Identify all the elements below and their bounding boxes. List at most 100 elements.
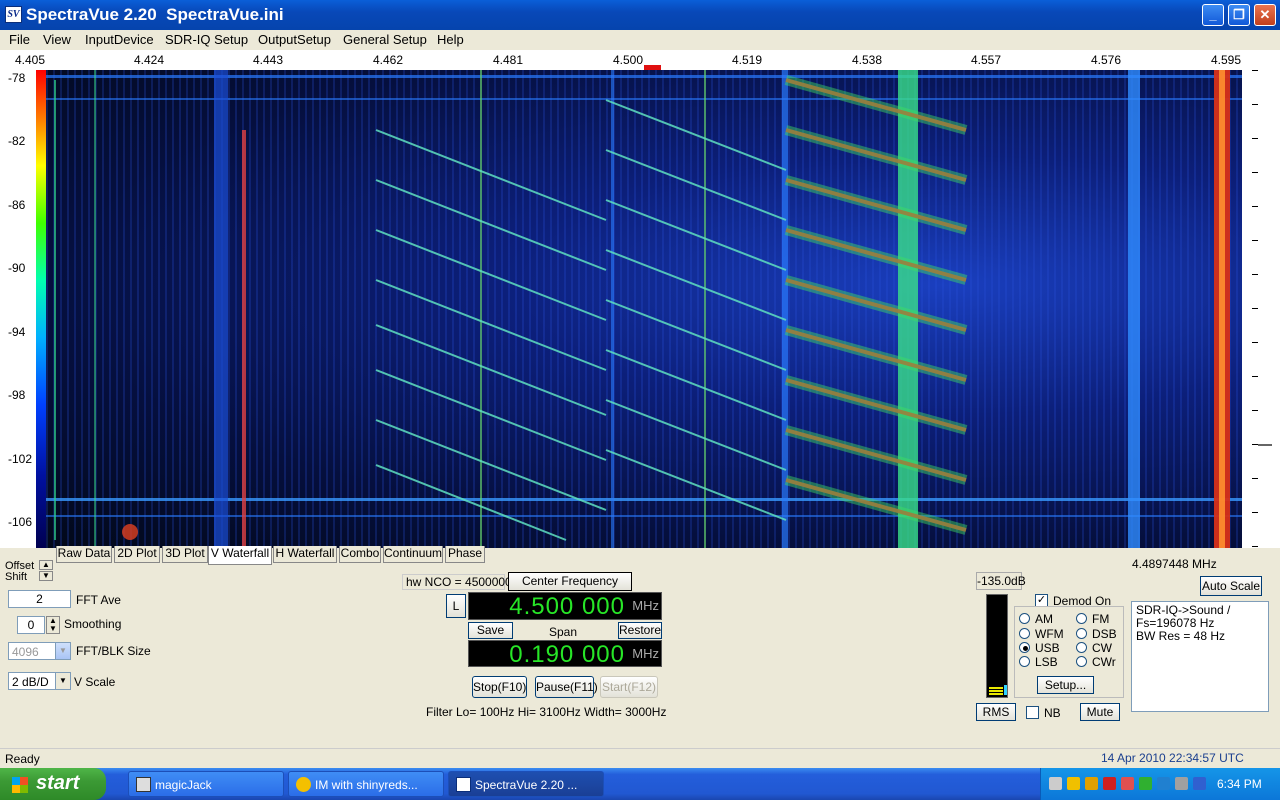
auto-scale-button[interactable]: Auto Scale (1200, 576, 1262, 596)
mute-button[interactable]: Mute (1080, 703, 1120, 721)
db-tick: -102 (8, 452, 33, 466)
freq-tick: 4.405 (14, 53, 46, 67)
minimize-button[interactable]: _ (1202, 4, 1224, 26)
shift-label: Shift (5, 571, 28, 583)
fft-ave-input[interactable]: 2 (8, 590, 71, 608)
tab-2d-plot[interactable]: 2D Plot (114, 546, 160, 563)
tab-3d-plot[interactable]: 3D Plot (162, 546, 208, 563)
menu-file[interactable]: File (9, 32, 30, 47)
scale-tick (1252, 240, 1258, 241)
nb-label: NB (1044, 706, 1061, 720)
tab-combo[interactable]: Combo (339, 546, 381, 563)
task-magicjack[interactable]: magicJack (128, 771, 284, 797)
mode-wfm-radio[interactable] (1019, 628, 1030, 639)
menu-view[interactable]: View (43, 32, 71, 47)
volume-icon[interactable] (1175, 777, 1188, 790)
hw-nco-readout: hw NCO = 4500000 (402, 574, 512, 590)
fft-size-select[interactable]: 4096 ▼ (8, 642, 71, 660)
scale-tick (1252, 70, 1258, 71)
mode-dsb-radio[interactable] (1076, 628, 1087, 639)
freq-tick: 4.424 (133, 53, 165, 67)
waterfall-display[interactable] (46, 70, 1242, 548)
smoothing-spinner[interactable]: ▲ ▼ (46, 616, 60, 634)
nb-checkbox[interactable] (1026, 706, 1039, 719)
level-meter-fill (989, 687, 1003, 695)
window-title: SpectraVue 2.20 SpectraVue.ini (26, 5, 284, 24)
tray-app-icon[interactable] (1139, 777, 1152, 790)
freq-tick: 4.595 (1210, 53, 1242, 67)
db-tick: -86 (8, 198, 26, 212)
restore-button[interactable]: Restore (618, 622, 662, 639)
db-axis: -78 -82 -86 -90 -94 -98 -102 -106 (0, 70, 36, 548)
scale-slider-handle[interactable] (1258, 444, 1272, 446)
scale-tick (1252, 512, 1258, 513)
clock[interactable]: 6:34 PM (1217, 777, 1262, 791)
offset-spinner[interactable]: ▲ (39, 560, 53, 570)
fft-size-label: FFT/BLK Size (76, 644, 151, 658)
span-label: Span (549, 625, 578, 639)
tray-app-icon[interactable] (1193, 777, 1206, 790)
menu-help[interactable]: Help (437, 32, 464, 47)
task-im[interactable]: IM with shinyreds... (288, 771, 444, 797)
mode-usb-label: USB (1035, 641, 1060, 655)
status-text: Ready (5, 752, 40, 766)
span-display[interactable]: 0.190 000 MHz (468, 640, 662, 668)
save-button[interactable]: Save (468, 622, 513, 639)
spectravue-icon (456, 777, 471, 792)
cursor-frequency: 4.4897448 MHz (1132, 557, 1217, 571)
scale-tick (1252, 478, 1258, 479)
lock-button[interactable]: L (446, 594, 466, 618)
scale-tick (1252, 274, 1258, 275)
freq-tick: 4.500 (612, 53, 644, 67)
filter-readout: Filter Lo= 100Hz Hi= 3100Hz Width= 3000H… (426, 705, 667, 719)
tray-app-icon[interactable] (1121, 777, 1134, 790)
mode-cwr-radio[interactable] (1076, 656, 1087, 667)
mode-cw-radio[interactable] (1076, 642, 1087, 653)
shield-icon[interactable] (1067, 777, 1080, 790)
close-button[interactable]: ✕ (1254, 4, 1276, 26)
menu-general-setup[interactable]: General Setup (343, 32, 427, 47)
mode-cw-label: CW (1092, 641, 1112, 655)
task-spectravue[interactable]: SpectraVue 2.20 ... (448, 771, 604, 797)
freq-tick: 4.538 (851, 53, 883, 67)
center-frequency-unit: MHz (632, 598, 659, 613)
title-bar[interactable]: SV SpectraVue 2.20 SpectraVue.ini _ ❐ ✕ (0, 0, 1280, 30)
mode-usb-radio[interactable] (1019, 642, 1030, 653)
freq-tick: 4.481 (492, 53, 524, 67)
status-bar: Ready 14 Apr 2010 22:34:57 UTC (0, 748, 1280, 768)
network-icon[interactable] (1157, 777, 1170, 790)
pause-button[interactable]: Pause(F11) (535, 676, 598, 698)
maximize-button[interactable]: ❐ (1228, 4, 1250, 26)
tab-continuum[interactable]: Continuum (383, 546, 443, 563)
stop-button[interactable]: Stop(F10) (472, 676, 527, 698)
rms-button[interactable]: RMS (976, 703, 1016, 721)
start-button[interactable]: Start(F12) (600, 676, 658, 698)
tab-v-waterfall[interactable]: V Waterfall (208, 546, 272, 565)
scale-tick (1252, 206, 1258, 207)
menu-sdr-iq-setup[interactable]: SDR-IQ Setup (165, 32, 248, 47)
tab-h-waterfall[interactable]: H Waterfall (273, 546, 337, 563)
mode-lsb-radio[interactable] (1019, 656, 1030, 667)
vscale-select[interactable]: 2 dB/D ▼ (8, 672, 71, 690)
mode-am-radio[interactable] (1019, 613, 1030, 624)
menu-output-setup[interactable]: OutputSetup (258, 32, 331, 47)
smoothing-input[interactable]: 0 (17, 616, 45, 634)
tab-raw-data[interactable]: Raw Data (56, 546, 112, 563)
menu-input-device[interactable]: InputDevice (85, 32, 154, 47)
tray-app-icon[interactable] (1103, 777, 1116, 790)
messenger-icon (296, 777, 311, 792)
status-datetime: 14 Apr 2010 22:34:57 UTC (1101, 751, 1244, 765)
messenger-tray-icon[interactable] (1085, 777, 1098, 790)
db-tick: -90 (8, 261, 26, 275)
mode-fm-radio[interactable] (1076, 613, 1087, 624)
fft-size-value: 4096 (12, 645, 39, 659)
center-frequency-button[interactable]: Center Frequency (508, 572, 632, 591)
fft-ave-label: FFT Ave (76, 593, 121, 607)
tab-phase[interactable]: Phase (445, 546, 485, 563)
tray-app-icon[interactable] (1049, 777, 1062, 790)
freq-tick: 4.443 (252, 53, 284, 67)
demod-setup-button[interactable]: Setup... (1037, 676, 1094, 694)
start-button[interactable]: start (0, 768, 106, 800)
shift-spinner[interactable]: ▼ (39, 571, 53, 581)
center-frequency-display[interactable]: 4.500 000 MHz (468, 592, 662, 620)
